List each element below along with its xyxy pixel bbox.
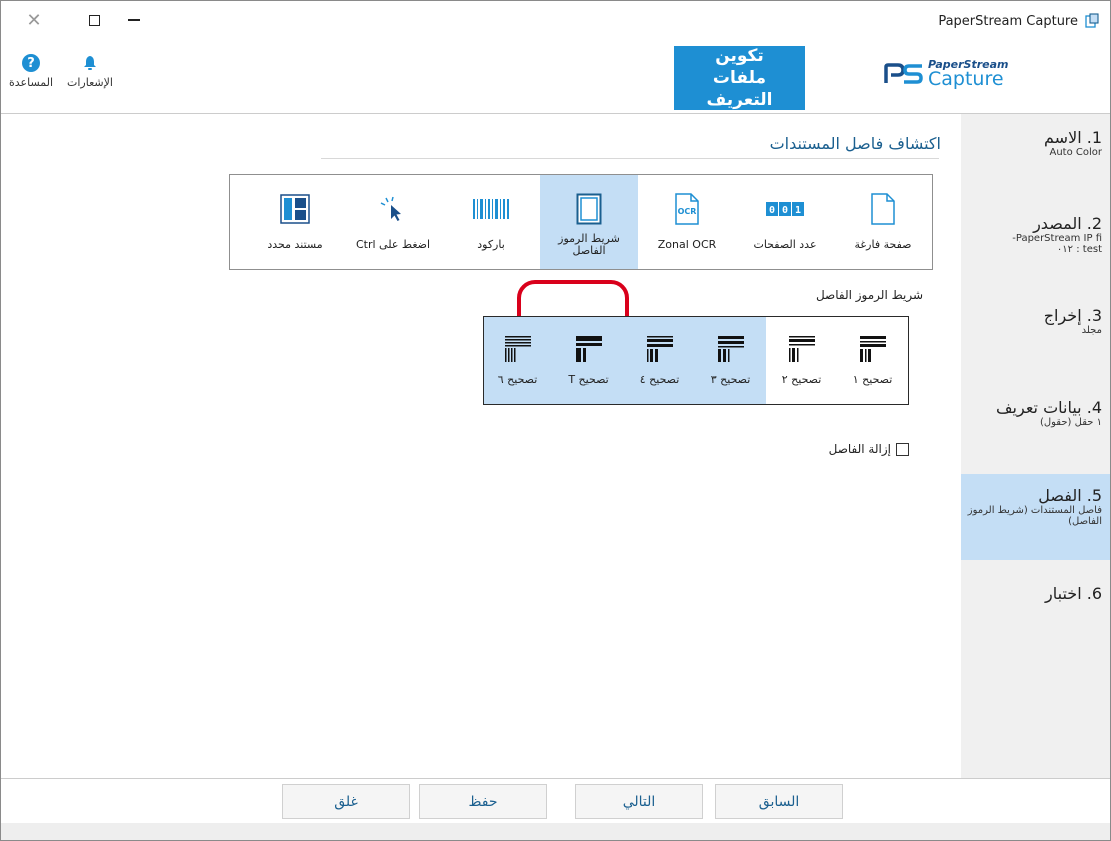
svg-text:0: 0 [769, 205, 775, 216]
notifications-label: الإشعارات [67, 76, 113, 89]
title-bar: ✕ PaperStream Capture [1, 1, 1110, 41]
patch-6-option[interactable]: تصحيح ٦ [482, 317, 553, 404]
method-zonal-ocr[interactable]: OCR Zonal OCR [638, 175, 736, 269]
patch-1-option[interactable]: تصحيح ١ [837, 317, 908, 404]
method-blank-page[interactable]: صفحة فارغة [834, 175, 932, 269]
app-icon [1085, 13, 1099, 28]
window-title: PaperStream Capture [938, 14, 1078, 29]
help-label: المساعدة [9, 76, 54, 89]
blank-page-icon [871, 193, 895, 225]
main-panel: اكتشاف فاصل المستندات صفحة فارغة 0 0 1 ع… [1, 113, 961, 778]
patch-2-option[interactable]: تصحيح ٢ [766, 317, 837, 404]
logo-line-2: Capture [928, 68, 1004, 90]
notifications-button[interactable]: الإشعارات [67, 54, 113, 89]
footer-bar: السابق التالي حفظ غلق [1, 778, 1110, 823]
step-subtitle: فاصل المستندات (شريط الرموز الفاصل) [967, 505, 1102, 527]
patch-label: تصحيح ٦ [497, 373, 538, 386]
svg-text:0: 0 [782, 205, 788, 216]
patch-code-section-label: شريط الرموز الفاصل [815, 288, 923, 302]
step-title: 4. بيانات تعريف [995, 398, 1102, 417]
patch-6-icon [504, 336, 531, 362]
steps-sidebar: 1. الاسم Auto Color 2. المصدر PaperStrea… [961, 113, 1110, 778]
save-button[interactable]: حفظ [419, 784, 547, 819]
paperstream-logo: PaperStream Capture [884, 59, 1009, 89]
patch-code-selector: تصحيح ١ تصحيح ٢ تصحيح ٣ تصحيح ٤ تصحيح T … [483, 316, 909, 405]
help-icon: ? [22, 54, 41, 72]
method-page-count[interactable]: 0 0 1 عدد الصفحات [736, 175, 834, 269]
next-button[interactable]: التالي [575, 784, 703, 819]
status-bar [1, 823, 1110, 840]
patch-t-icon [575, 336, 602, 362]
method-press-ctrl[interactable]: اضغط على Ctrl [344, 175, 442, 269]
minimize-window-button[interactable] [123, 9, 145, 31]
configure-profiles-button[interactable]: تكوين ملفات التعريف [674, 46, 805, 110]
method-label: شريط الرموز الفاصل [558, 232, 620, 257]
section-divider [321, 158, 939, 159]
patch-1-icon [859, 336, 886, 362]
section-title: اكتشاف فاصل المستندات [769, 134, 941, 153]
close-window-button[interactable]: ✕ [23, 9, 45, 31]
ocr-icon: OCR [675, 193, 699, 225]
method-label: عدد الصفحات [753, 238, 817, 251]
method-label: اضغط على Ctrl [355, 238, 431, 251]
method-label: مستند محدد [267, 238, 323, 251]
patch-4-icon [646, 336, 673, 362]
step-output[interactable]: 3. إخراج مجلد [961, 306, 1110, 346]
step-title: 3. إخراج [1043, 306, 1102, 325]
method-specific-document[interactable]: مستند محدد [246, 175, 344, 269]
method-label: Zonal OCR [657, 238, 717, 251]
step-title: 1. الاسم [1044, 128, 1102, 147]
specific-doc-icon [280, 194, 310, 224]
patch-label: تصحيح ٤ [639, 373, 680, 386]
previous-button[interactable]: السابق [715, 784, 843, 819]
cursor-click-icon [380, 196, 401, 221]
step-subtitle: Auto Color [1049, 147, 1102, 158]
step-subtitle-2: test : ٠١٢ [1056, 244, 1102, 255]
step-source[interactable]: 2. المصدر PaperStream IP fi- test : ٠١٢ [961, 214, 1110, 266]
step-title: 6. اختبار [1045, 584, 1102, 603]
maximize-window-button[interactable] [83, 9, 105, 31]
step-title: 2. المصدر [1033, 214, 1102, 233]
patch-label: تصحيح ٣ [710, 373, 751, 386]
step-separation[interactable]: 5. الفصل فاصل المستندات (شريط الرموز الف… [961, 474, 1110, 560]
patch-label: تصحيح ٢ [781, 373, 822, 386]
maximize-icon [88, 14, 100, 26]
close-icon: ✕ [26, 9, 42, 31]
minimize-icon [128, 19, 140, 21]
ps-logo-icon [884, 63, 923, 84]
method-barcode[interactable]: باركود [442, 175, 540, 269]
page-count-icon: 0 0 1 [766, 202, 804, 216]
step-metadata[interactable]: 4. بيانات تعريف ١ حقل (حقول) [961, 398, 1110, 438]
configure-profiles-label: تكوين ملفات التعريف [706, 45, 773, 111]
step-name[interactable]: 1. الاسم Auto Color [961, 128, 1110, 168]
header-toolbar: ? المساعدة الإشعارات تكوين ملفات التعريف… [1, 41, 1110, 113]
remove-separator-checkbox[interactable] [896, 442, 909, 456]
patch-3-option[interactable]: تصحيح ٣ [695, 317, 766, 404]
method-label: باركود [477, 238, 505, 251]
step-test[interactable]: 6. اختبار [961, 584, 1110, 614]
ocr-icon-text: OCR [678, 207, 697, 216]
help-button[interactable]: ? المساعدة [9, 54, 53, 89]
step-subtitle: ١ حقل (حقول) [1039, 417, 1102, 428]
separator-method-selector: صفحة فارغة 0 0 1 عدد الصفحات OCR Zonal O… [229, 174, 933, 270]
step-title: 5. الفصل [1038, 486, 1102, 505]
barcode-icon [473, 199, 509, 219]
patch-4-option[interactable]: تصحيح ٤ [624, 317, 695, 404]
method-label: صفحة فارغة [854, 238, 912, 251]
close-button[interactable]: غلق [282, 784, 410, 819]
app-window: ✕ PaperStream Capture ? المساعدة الإشعار… [0, 0, 1111, 841]
step-subtitle: PaperStream IP fi- [1012, 233, 1102, 244]
patch-3-icon [717, 336, 744, 362]
patch-code-icon [576, 193, 602, 225]
remove-separator-option[interactable]: إزالة الفاصل [829, 442, 909, 456]
remove-separator-label: إزالة الفاصل [828, 442, 891, 456]
patch-2-icon [788, 336, 815, 362]
svg-text:1: 1 [795, 205, 801, 216]
bell-icon [83, 55, 96, 70]
patch-t-option[interactable]: تصحيح T [553, 317, 624, 404]
step-subtitle: مجلد [1081, 325, 1102, 336]
patch-label: تصحيح ١ [852, 373, 893, 386]
patch-label: تصحيح T [568, 373, 609, 386]
method-patch-code[interactable]: شريط الرموز الفاصل [540, 175, 638, 269]
